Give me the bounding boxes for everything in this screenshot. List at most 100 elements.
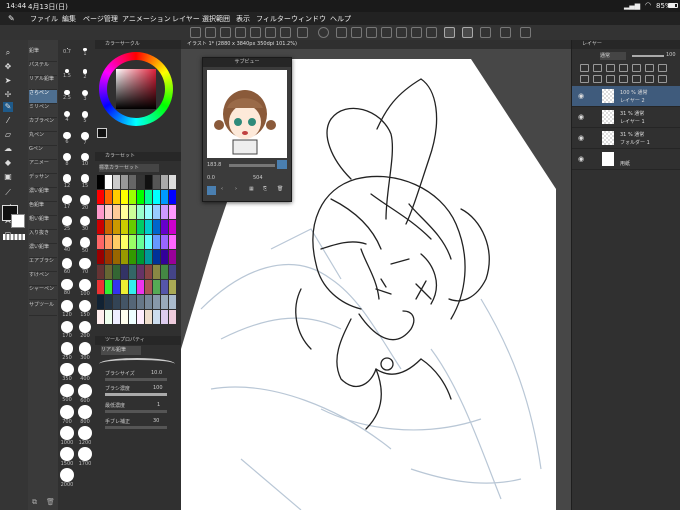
save-icon[interactable] xyxy=(220,27,231,38)
color-swatch[interactable] xyxy=(137,205,144,219)
select-all-icon[interactable] xyxy=(336,27,347,38)
subtool-item[interactable]: 丸ペン xyxy=(29,132,57,146)
layer-icon[interactable] xyxy=(500,27,511,38)
color-swatch[interactable] xyxy=(97,310,104,324)
color-swatch[interactable] xyxy=(97,250,104,264)
figure-icon[interactable]: ⟋ xyxy=(3,188,13,198)
layer-action-icon[interactable] xyxy=(606,75,615,83)
menu-filter[interactable]: フィルター xyxy=(256,14,291,24)
color-swatch[interactable] xyxy=(129,205,136,219)
color-swatch[interactable] xyxy=(97,295,104,309)
sub-color-swatch[interactable] xyxy=(11,214,25,228)
color-swatch[interactable] xyxy=(161,190,168,204)
color-swatch[interactable] xyxy=(137,235,144,249)
subtool-item[interactable]: シャーペン xyxy=(29,286,57,300)
subtool-item[interactable]: Gペン xyxy=(29,146,57,160)
eyedropper-toggle-icon[interactable] xyxy=(277,160,287,169)
transparent-swatch[interactable] xyxy=(3,234,25,240)
color-swatch[interactable] xyxy=(113,280,120,294)
color-swatch[interactable] xyxy=(105,205,112,219)
color-swatch[interactable] xyxy=(153,220,160,234)
subtool-item[interactable]: すけペン xyxy=(29,272,57,286)
brush-size-preset[interactable]: 12 xyxy=(58,174,76,189)
stabilization-slider[interactable] xyxy=(105,426,167,429)
import-icon[interactable]: ⎘ xyxy=(263,186,267,192)
menu-animation[interactable]: アニメーション xyxy=(122,14,171,24)
brush-size-preset[interactable]: 1000 xyxy=(58,426,76,446)
brush-size-preset[interactable]: 15 xyxy=(76,174,94,189)
color-swatch[interactable] xyxy=(113,295,120,309)
subview-zoom[interactable]: 183.8 xyxy=(207,162,221,168)
color-swatch[interactable] xyxy=(145,190,152,204)
color-swatch[interactable] xyxy=(129,295,136,309)
color-swatch[interactable] xyxy=(121,175,128,189)
brush-size-preset[interactable]: 2 xyxy=(76,69,94,80)
color-swatch[interactable] xyxy=(161,175,168,189)
color-swatch[interactable] xyxy=(137,310,144,324)
current-color-icon[interactable] xyxy=(97,128,107,138)
color-swatch[interactable] xyxy=(121,280,128,294)
layer-action-icon[interactable] xyxy=(580,64,589,72)
undo-icon[interactable] xyxy=(235,27,246,38)
eye-icon[interactable]: ◉ xyxy=(578,155,584,163)
brush-size-preset[interactable]: 6 xyxy=(58,132,76,145)
brush-size-value[interactable]: 10.0 xyxy=(151,370,162,376)
brush-size-preset[interactable]: 0.7 xyxy=(58,48,76,55)
fullscreen-icon[interactable] xyxy=(520,27,531,38)
color-swatch[interactable] xyxy=(113,265,120,279)
color-swatch[interactable] xyxy=(129,280,136,294)
opacity-slider[interactable] xyxy=(632,55,664,57)
color-swatch[interactable] xyxy=(169,280,176,294)
color-swatch[interactable] xyxy=(153,265,160,279)
brush-size-preset[interactable]: 2000 xyxy=(58,468,76,488)
color-swatch[interactable] xyxy=(121,310,128,324)
brush-size-preset[interactable]: 40 xyxy=(58,237,76,253)
hue-ring[interactable] xyxy=(99,52,173,126)
reduce-icon[interactable] xyxy=(411,27,422,38)
brush-size-preset[interactable]: 200 xyxy=(76,321,94,339)
document-tab[interactable]: イラスト 1* (2880 x 3840px 350dpi 101.2%) xyxy=(181,40,571,49)
layer-action-icon[interactable] xyxy=(645,64,654,72)
layer-action-icon[interactable] xyxy=(658,64,667,72)
layer-move-icon[interactable]: ✢ xyxy=(3,90,13,100)
color-swatch[interactable] xyxy=(153,250,160,264)
layer-action-icon[interactable] xyxy=(606,64,615,72)
brush-size-preset[interactable]: 350 xyxy=(58,363,76,382)
color-swatch[interactable] xyxy=(145,250,152,264)
menu-file[interactable]: ファイル xyxy=(30,14,58,24)
brush-size-preset[interactable]: 400 xyxy=(76,363,94,382)
subview-angle[interactable]: 0.0 xyxy=(207,175,215,181)
brush-size-preset[interactable]: 3 xyxy=(76,90,94,102)
brush-size-preset[interactable]: 80 xyxy=(58,279,76,296)
color-swatch[interactable] xyxy=(145,175,152,189)
subtool-item[interactable]: カブラペン xyxy=(29,118,57,132)
color-swatch[interactable] xyxy=(105,175,112,189)
color-swatch[interactable] xyxy=(97,280,104,294)
redo-icon[interactable] xyxy=(250,27,261,38)
color-swatch[interactable] xyxy=(137,190,144,204)
menu-page[interactable]: ページ管理 xyxy=(83,14,118,24)
layer-row[interactable]: ◉ 31 % 通常 レイヤー 1 xyxy=(572,107,680,128)
brush-size-preset[interactable]: 120 xyxy=(58,300,76,318)
eye-icon[interactable]: ◉ xyxy=(578,113,584,121)
color-swatch[interactable] xyxy=(161,205,168,219)
color-swatch[interactable] xyxy=(169,310,176,324)
color-swatch[interactable] xyxy=(145,205,152,219)
color-swatch[interactable] xyxy=(105,250,112,264)
clear-icon[interactable] xyxy=(265,27,276,38)
brush-size-preset[interactable]: 2.5 xyxy=(58,90,76,101)
brush-size-preset[interactable]: 1700 xyxy=(76,447,94,467)
color-swatch[interactable] xyxy=(121,265,128,279)
blend-mode-select[interactable]: 通常 xyxy=(600,52,626,60)
color-swatch[interactable] xyxy=(169,265,176,279)
subview-value[interactable]: 504 xyxy=(253,175,263,181)
color-swatch[interactable] xyxy=(97,190,104,204)
subtool-item[interactable]: 濃い鉛筆 xyxy=(29,244,57,258)
brush-size-preset[interactable]: 600 xyxy=(76,384,94,404)
color-swatch[interactable] xyxy=(145,235,152,249)
subtool-item[interactable]: エアブラシ xyxy=(29,258,57,272)
app-icon[interactable]: ✎ xyxy=(8,14,15,23)
subtool-item[interactable]: パステル xyxy=(29,62,57,76)
brush-size-preset[interactable]: 150 xyxy=(76,300,94,318)
color-swatch[interactable] xyxy=(145,280,152,294)
